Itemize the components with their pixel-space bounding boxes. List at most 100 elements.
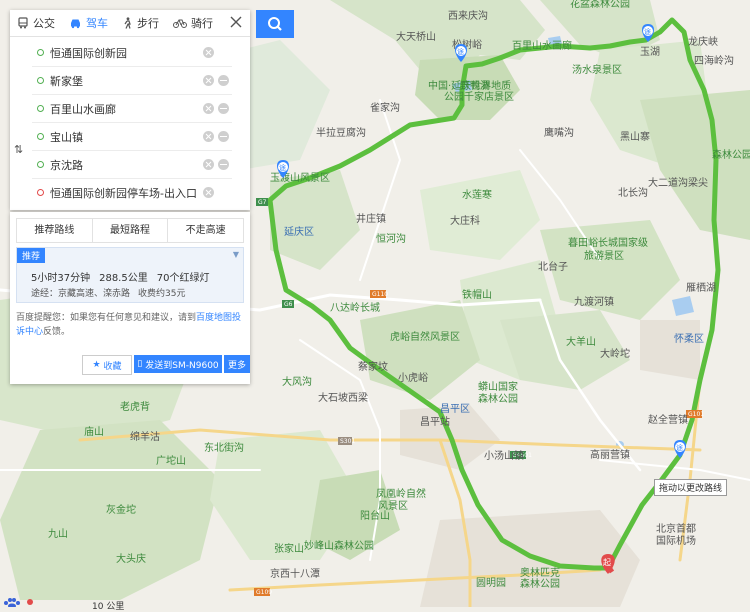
waypoint-via[interactable]: 靳家堡 [32, 67, 232, 95]
remove-waypoint-icon[interactable] [218, 103, 229, 114]
map-place-label[interactable]: 水莲寒 [462, 188, 492, 201]
map-place-label[interactable]: 大庄科 [450, 214, 480, 227]
map-place-label[interactable]: 井庄镇 [356, 212, 386, 225]
map-scale: 10 公里 [92, 602, 125, 612]
remove-waypoint-icon[interactable] [218, 131, 229, 142]
map-place-label[interactable]: 九渡河镇 [574, 295, 614, 308]
save-button[interactable]: ★ 收藏 [82, 355, 132, 375]
map-place-label[interactable]: 北台子 [538, 260, 568, 273]
map-place-label[interactable]: 灰金坨 [106, 503, 136, 516]
map-place-label[interactable]: 八达岭长城 [330, 301, 380, 314]
map-place-label[interactable]: 国际机场 [656, 534, 696, 547]
waypoint-via[interactable]: 百里山水画廊 [32, 95, 232, 123]
map-place-label[interactable]: 昌平站 [420, 415, 450, 428]
waypoint-via[interactable]: 宝山镇 [32, 123, 232, 151]
mode-drive[interactable]: 驾车 [62, 10, 115, 36]
svg-text:G7: G7 [258, 199, 267, 206]
recommended-badge: 推荐 [17, 248, 46, 263]
map-place-label[interactable]: 奥林匹克 [520, 566, 560, 579]
map-place-label[interactable]: 大头庆 [116, 552, 146, 565]
map-place-label[interactable]: 百里山水画廊 [512, 39, 572, 52]
map-place-label[interactable]: 森林公园 [520, 577, 560, 590]
tab-shortest[interactable]: 最短路程 [92, 218, 169, 242]
map-place-label[interactable]: 玉渡山风景区 [270, 171, 330, 184]
map-place-label[interactable]: 庙山 [84, 425, 104, 438]
map-place-label[interactable]: 蔡家坟 [358, 360, 388, 373]
map-place-label[interactable]: 圆明园 [476, 577, 506, 589]
map-place-label[interactable]: 凤凰岭自然 [376, 487, 426, 500]
more-button[interactable]: 更多 [224, 355, 250, 373]
remove-waypoint-icon[interactable] [218, 159, 229, 170]
tab-no-highway[interactable]: 不走高速 [168, 218, 245, 242]
map-place-label[interactable]: 森林公园 [712, 148, 750, 161]
map-place-label[interactable]: 赵全营镇 [648, 413, 688, 426]
map-place-label[interactable]: 花盆森林公园 [570, 0, 630, 10]
route-card[interactable]: 推荐 ▼ 5小时37分钟 288.5公里 70个红绿灯 途经：京藏高速、滦赤路 … [16, 247, 244, 303]
send-to-phone-button[interactable]: ▯ 发送到SM-N9600 [134, 355, 222, 373]
map-place-label[interactable]: 恒河沟 [376, 232, 406, 245]
waypoint-via[interactable]: 京沈路 [32, 151, 232, 179]
map-place-label[interactable]: 半拉豆腐沟 [316, 126, 366, 139]
map-place-label[interactable]: 老虎背 [120, 400, 150, 413]
mode-bus[interactable]: 公交 [10, 10, 62, 36]
delete-waypoint-icon[interactable] [203, 75, 214, 86]
swap-icon[interactable]: ⇅ [14, 143, 26, 156]
map-place-label[interactable]: 公园千家店景区 [444, 90, 514, 103]
notice-prefix: 百度提醒您：如果您有任何意见和建议，请到 [16, 313, 197, 323]
map-place-label[interactable]: 黑山寨 [620, 130, 650, 143]
mode-ride[interactable]: 骑行 [166, 10, 220, 36]
map-place-label[interactable]: 怀柔区 [674, 333, 704, 345]
delete-waypoint-icon[interactable] [203, 187, 214, 198]
map-place-label[interactable]: 汤水泉景区 [572, 63, 622, 76]
map-place-label[interactable]: 四海岭沟 [694, 54, 734, 67]
map-place-label[interactable]: 张家山 [274, 542, 304, 555]
map-place-label[interactable]: 小虎峪 [398, 372, 428, 384]
map-place-label[interactable]: 雁栖湖 [686, 281, 716, 294]
waypoint-end[interactable]: 恒通国际创新园停车场-出入口 [32, 179, 232, 206]
map-place-label[interactable]: 昌平区 [440, 403, 470, 415]
map-place-label[interactable]: 西来庆沟 [448, 9, 488, 22]
delete-waypoint-icon[interactable] [203, 131, 214, 142]
map-place-label[interactable]: 阳台山 [360, 509, 390, 522]
map-place-label[interactable]: 大羊山 [566, 335, 596, 348]
map-place-label[interactable]: 东北街沟 [204, 441, 244, 454]
map-place-label[interactable]: 大石坡西梁 [318, 391, 368, 404]
map-place-label[interactable]: 大岭坨 [600, 347, 630, 360]
mode-walk[interactable]: 步行 [115, 10, 166, 36]
tab-recommended[interactable]: 推荐路线 [16, 218, 93, 242]
map-place-label[interactable]: 高丽营镇 [590, 448, 630, 461]
close-icon[interactable] [228, 14, 244, 30]
map-place-label[interactable]: 大风沟 [282, 375, 312, 388]
waypoint-start[interactable]: 恒通国际创新园 [32, 39, 232, 67]
delete-waypoint-icon[interactable] [203, 159, 214, 170]
map-place-label[interactable]: 大二道沟梁尖 [648, 176, 708, 189]
delete-waypoint-icon[interactable] [203, 103, 214, 114]
delete-waypoint-icon[interactable] [203, 47, 214, 58]
search-button[interactable] [256, 10, 294, 38]
map-place-label[interactable]: 九山 [48, 528, 68, 540]
map-place-label[interactable]: 暮田峪长城国家级 [568, 236, 648, 249]
map-place-label[interactable]: 蟒山国家 [478, 380, 518, 393]
map-place-label[interactable]: 雀家沟 [370, 101, 400, 114]
map-place-label[interactable]: 妙峰山森林公园 [304, 539, 374, 552]
map-place-label[interactable]: 延庆区 [284, 225, 314, 238]
map-place-label[interactable]: 龙庆峡 [688, 35, 718, 48]
remove-waypoint-icon[interactable] [218, 75, 229, 86]
map-place-label[interactable]: 大天桥山 [396, 30, 436, 43]
map-place-label[interactable]: 绵羊沽 [130, 430, 160, 443]
map-place-label[interactable]: 虎峪自然风景区 [390, 330, 460, 343]
map-place-label[interactable]: 鹰嘴沟 [544, 126, 574, 139]
map-place-label[interactable]: 森林公园 [478, 392, 518, 405]
map-place-label[interactable]: 中国·延庆世界地质 [428, 79, 511, 92]
map-place-label[interactable]: 北京首都 [656, 522, 696, 535]
map-place-label[interactable]: 铁帽山 [462, 288, 492, 301]
map-place-label[interactable]: 旅游景区 [584, 249, 624, 262]
map-place-label[interactable]: 小汤山镇 [484, 449, 524, 462]
map-place-label[interactable]: 北长沟 [618, 186, 648, 199]
map-place-label[interactable]: 京西十八潭 [270, 567, 320, 580]
chevron-down-icon[interactable]: ▼ [233, 250, 239, 259]
map-place-label[interactable]: 广坨山 [156, 454, 186, 467]
route-actions: ★ 收藏 ▯ 发送到SM-N9600 更多 [82, 355, 250, 375]
map-place-label[interactable]: 玉湖 [640, 46, 660, 58]
notice-suffix: 反馈。 [43, 327, 71, 337]
